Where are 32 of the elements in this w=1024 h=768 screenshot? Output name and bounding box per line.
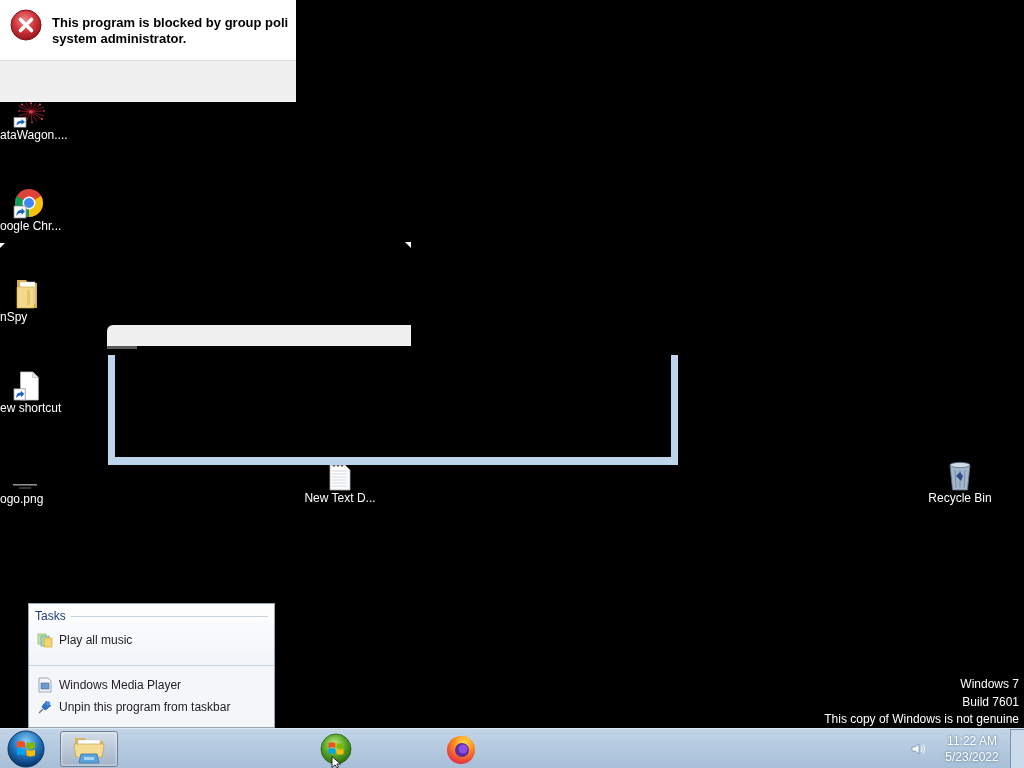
jump-list-item[interactable]: Unpin this program from taskbar (29, 696, 274, 718)
media-file-icon (37, 677, 53, 693)
desktop-icon-label[interactable]: Recycle Bin (928, 491, 992, 505)
chrome-icon[interactable] (13, 187, 45, 219)
starburst-icon[interactable] (13, 102, 45, 128)
error-message: This program is blocked by group poli system administrator. (52, 15, 289, 47)
desktop-icon-label[interactable]: New Text D... (304, 491, 376, 505)
image-thumbnail-icon[interactable] (13, 484, 37, 489)
firefox-icon (445, 732, 477, 765)
taskbar-button[interactable] (60, 730, 118, 767)
mouse-pointer-icon (331, 756, 343, 768)
error-icon (10, 9, 42, 41)
corner-mark-icon (405, 242, 411, 248)
os-notice-text: This copy of Windows is not genuine (824, 711, 1019, 728)
desktop-icon-label[interactable]: ew shortcut (0, 401, 62, 415)
desktop-icon-label[interactable]: oogle Chr... (0, 219, 62, 233)
speaker-icon (910, 740, 926, 757)
media-player-icon (320, 732, 352, 765)
text-file-icon[interactable] (329, 463, 351, 491)
recycle-bin-icon[interactable] (947, 461, 973, 491)
section-heading: Tasks (35, 609, 66, 623)
os-notice-text: Build 7601 (962, 693, 1019, 711)
corner-mark-icon (0, 243, 5, 248)
os-notice-text: Windows 7 (960, 676, 1019, 693)
desktop-icon-label[interactable]: ogo.png (0, 492, 44, 506)
jump-list-item[interactable]: Windows Media Player (29, 674, 274, 696)
music-files-icon (37, 632, 53, 648)
jump-list-item[interactable]: Play all music (29, 629, 274, 651)
start-button[interactable] (7, 729, 45, 768)
pin-icon (37, 699, 53, 715)
desktop-icon-label[interactable]: ataWagon.... (0, 128, 68, 142)
desktop-icon-label[interactable]: nSpy (0, 310, 28, 324)
